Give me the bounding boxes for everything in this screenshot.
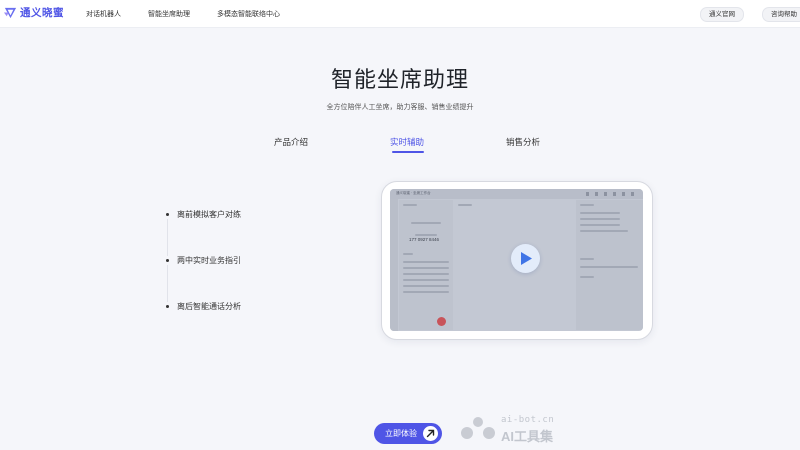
tab-product-intro[interactable]: 产品介绍 — [274, 136, 308, 148]
placeholder-bar — [403, 261, 449, 263]
screen-toolbar-icons — [586, 192, 640, 196]
nav-link-chatbot[interactable]: 对话机器人 — [86, 9, 121, 19]
placeholder-bar — [580, 266, 638, 268]
page-subtitle: 全方位陪伴人工坐席，助力客服、销售业绩提升 — [326, 104, 474, 111]
placeholder-bar — [403, 279, 449, 281]
feature-tabs: 产品介绍 实时辅助 销售分析 — [0, 136, 800, 156]
screen-title: 通义晓蜜 · 坐席工作台 — [396, 191, 431, 195]
bullet-dot — [165, 305, 169, 308]
placeholder-bar — [415, 234, 437, 236]
placeholder-bar — [411, 222, 441, 224]
placeholder-bar — [403, 273, 449, 275]
nav-link-contact-center[interactable]: 多模态智能联络中心 — [217, 9, 280, 19]
placeholder-bar — [580, 276, 594, 278]
placeholder-bar — [580, 212, 620, 214]
screen-header: 通义晓蜜 · 坐席工作台 — [390, 189, 643, 199]
tablet-mockup: 通义晓蜜 · 坐席工作台 177 0927 8446 — [381, 181, 653, 340]
hangup-icon — [437, 317, 446, 326]
feature-item[interactable]: 两中实时业务指引 — [164, 255, 241, 266]
bullet-dot — [165, 213, 169, 216]
nav-links: 对话机器人 智能坐席助理 多模态智能联络中心 — [86, 0, 307, 27]
screen-call-panel: 177 0927 8446 — [399, 200, 453, 330]
play-button[interactable] — [511, 244, 540, 273]
placeholder-bar — [403, 267, 449, 269]
placeholder-bar — [458, 204, 472, 206]
screen-info-panel — [576, 200, 643, 330]
watermark-name: AI工具集 — [501, 429, 554, 444]
cta-label: 立即体验 — [385, 429, 417, 438]
top-navbar: 通义晓蜜 对话机器人 智能坐席助理 多模态智能联络中心 通义官网 咨询帮助 — [0, 0, 800, 28]
placeholder-bar — [403, 285, 449, 287]
placeholder-bar — [403, 204, 417, 206]
feature-list: 离前模拟客户对练 两中实时业务指引 离后智能通话分析 — [164, 208, 324, 318]
tongyi-logo-icon — [3, 7, 17, 19]
demo-video-screen[interactable]: 通义晓蜜 · 坐席工作台 177 0927 8446 — [390, 189, 643, 331]
watermark: ai-bot.cn AI工具集 — [459, 414, 579, 444]
official-site-button[interactable]: 通义官网 — [700, 7, 744, 22]
feature-label: 离后智能通话分析 — [177, 302, 241, 311]
placeholder-bar — [403, 291, 449, 293]
bullet-dot — [165, 259, 169, 262]
placeholder-bar — [580, 230, 628, 232]
placeholder-bar — [403, 253, 413, 255]
brand-name: 通义晓蜜 — [20, 7, 64, 19]
placeholder-bar — [580, 218, 620, 220]
consult-help-button[interactable]: 咨询帮助 — [762, 7, 800, 22]
caller-number: 177 0927 8446 — [409, 237, 440, 242]
feature-item[interactable]: 离前模拟客户对练 — [164, 209, 241, 220]
watermark-url: ai-bot.cn — [501, 415, 555, 425]
feature-label: 离前模拟客户对练 — [177, 210, 241, 219]
placeholder-bar — [580, 224, 620, 226]
tab-realtime-assist[interactable]: 实时辅助 — [390, 136, 424, 148]
tab-sales-analysis[interactable]: 销售分析 — [506, 136, 540, 148]
nav-link-agent-assistant[interactable]: 智能坐席助理 — [148, 9, 190, 19]
arrow-up-right-icon — [423, 426, 438, 441]
page-title: 智能坐席助理 — [330, 67, 469, 92]
brand-logo[interactable]: 通义晓蜜 — [3, 5, 64, 20]
placeholder-bar — [580, 258, 594, 260]
play-icon — [521, 252, 532, 265]
try-now-button[interactable]: 立即体验 — [374, 423, 442, 444]
active-tab-indicator — [392, 151, 424, 153]
watermark-logo-icon — [461, 417, 495, 439]
feature-item[interactable]: 离后智能通话分析 — [164, 301, 241, 312]
screen-sidebar — [390, 199, 398, 331]
placeholder-bar — [580, 204, 594, 206]
feature-label: 两中实时业务指引 — [177, 256, 241, 265]
